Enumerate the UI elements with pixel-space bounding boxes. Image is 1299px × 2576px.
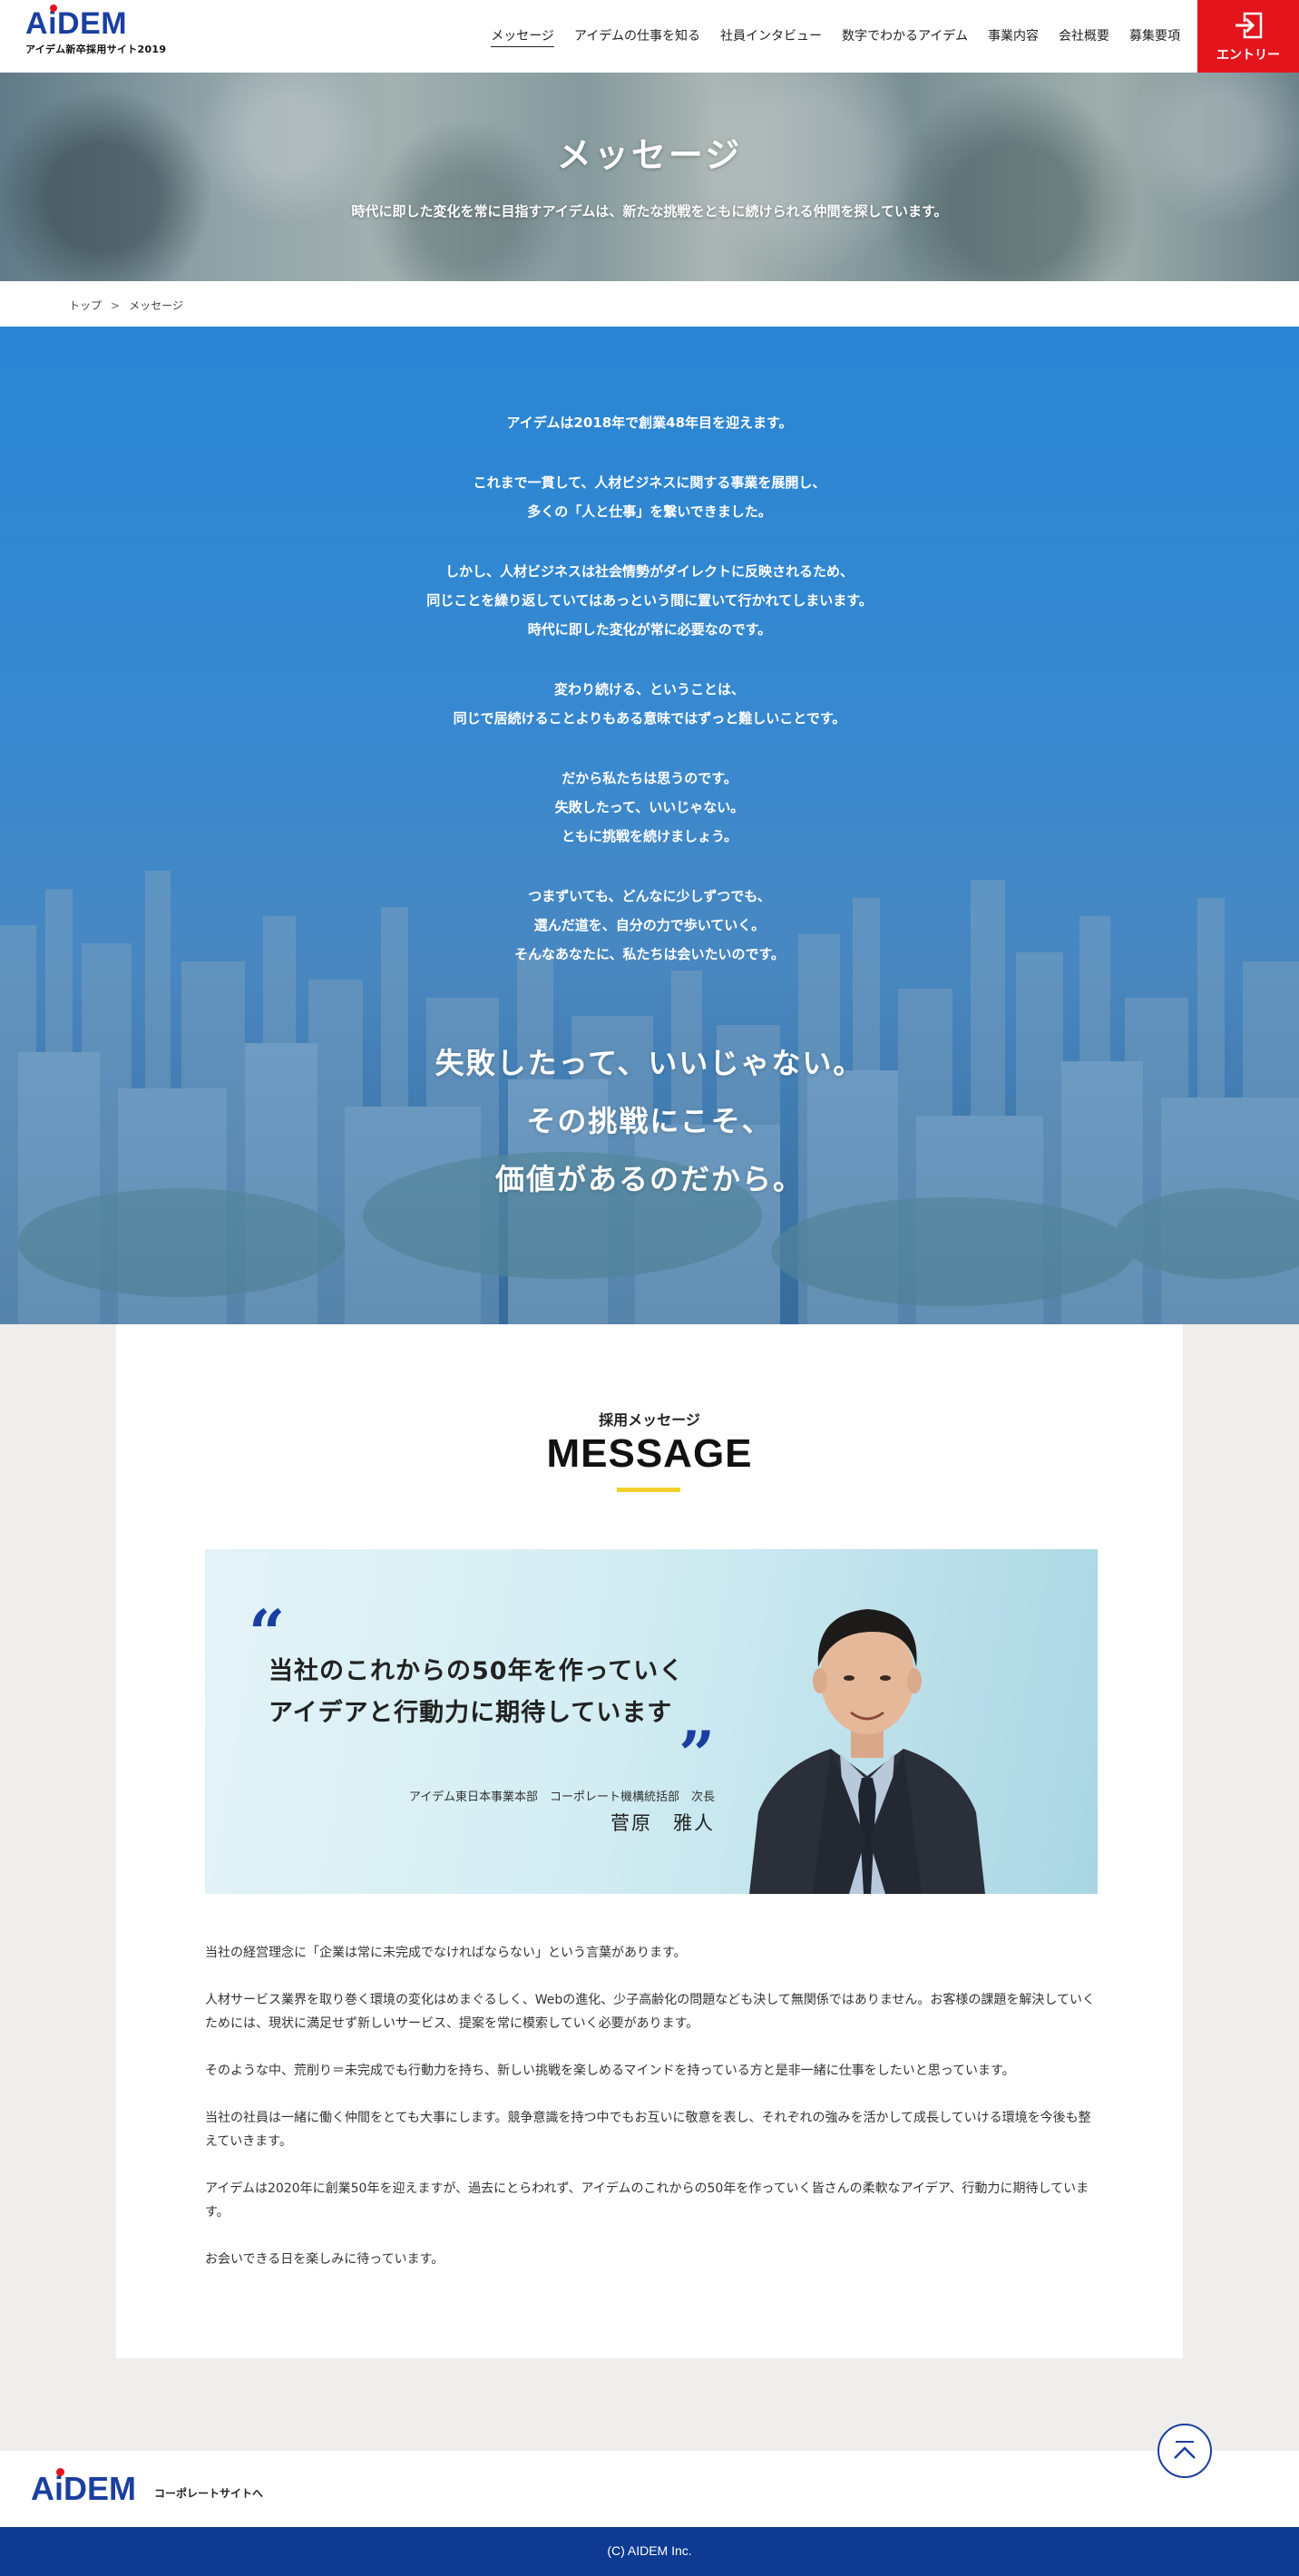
copyright: (C) AIDEM Inc.	[0, 2527, 1299, 2576]
message-paragraph: これまで一貫して、人材ビジネスに関する事業を展開し、 多くの「人と仕事」を繋いで…	[473, 474, 826, 520]
site-logo[interactable]: AiDEM アイデム新卒採用サイト2019	[25, 5, 167, 56]
chevron-up-icon	[1174, 2441, 1196, 2459]
message-feature: “ 当社のこれからの50年を作っていく アイデアと行動力に期待しています ” ア…	[205, 1549, 1098, 1894]
site-footer: AiDEM コーポレートサイトへ	[0, 2451, 1299, 2527]
breadcrumb-home[interactable]: トップ	[69, 299, 102, 312]
message-paragraph: 変わり続ける、ということは、 同じで居続けることよりもある意味ではずっと難しいこ…	[453, 681, 846, 727]
nav-item-job[interactable]: アイデムの仕事を知る	[564, 27, 710, 45]
nav-item-business[interactable]: 事業内容	[978, 27, 1049, 45]
footer-logo[interactable]: AiDEM	[31, 2468, 136, 2507]
breadcrumb-current: メッセージ	[129, 299, 183, 312]
message-copy: アイデムは2018年で創業48年目を迎えます。 これまで一貫して、人材ビジネスに…	[0, 408, 1299, 1000]
nav-item-company[interactable]: 会社概要	[1049, 27, 1119, 45]
catch-copy: 失敗したって、いいじゃない。 その挑戦にこそ、 価値があるのだから。	[435, 1046, 864, 1196]
feature-quote: 当社のこれからの50年を作っていく アイデアと行動力に期待しています	[269, 1657, 685, 1727]
message-paragraph: だから私たちは思うのです。 失敗したって、いいじゃない。 ともに挑戦を続けましょ…	[554, 770, 745, 844]
logo-subtitle: アイデム新卒採用サイト2019	[25, 44, 167, 55]
author-name: 菅原 雅人	[610, 1812, 715, 1834]
site-header: AiDEM アイデム新卒採用サイト2019 メッセージ アイデムの仕事を知る 社…	[0, 0, 1299, 73]
message-paragraph: アイデムは2018年で創業48年目を迎えます。	[506, 415, 793, 431]
entry-label: エントリー	[1216, 48, 1280, 63]
message-body: 当社の経営理念に「企業は常に未完成でなければならない」という言葉があります。 人…	[205, 1946, 1095, 2267]
page-subtitle: 時代に即した変化を常に目指すアイデムは、新たな挑戦をともに続けられる仲間を探して…	[351, 203, 948, 220]
section-heading: MESSAGE	[546, 1431, 753, 1476]
logo-wordmark: AiDEM	[25, 5, 128, 41]
nav-item-interview[interactable]: 社員インタビュー	[710, 27, 832, 45]
breadcrumb-separator: >	[111, 299, 121, 312]
corporate-site-link[interactable]: コーポレートサイトへ	[154, 2485, 263, 2501]
section-kicker: 採用メッセージ	[599, 1411, 700, 1429]
nav-item-numbers[interactable]: 数字でわかるアイデム	[832, 27, 978, 45]
breadcrumb: トップ > メッセージ	[0, 281, 1299, 327]
message-band: アイデムは2018年で創業48年目を迎えます。 これまで一貫して、人材ビジネスに…	[0, 327, 1299, 1324]
entry-button[interactable]: エントリー	[1197, 0, 1299, 73]
page-hero: メッセージ 時代に即した変化を常に目指すアイデムは、新たな挑戦をともに続けられる…	[0, 73, 1299, 281]
page-title: メッセージ	[556, 135, 743, 175]
nav-item-recruit[interactable]: 募集要項	[1119, 27, 1190, 45]
enter-arrow-icon	[1197, 11, 1299, 44]
author-title: アイデム東日本事業本部 コーポレート機構統括部 次長	[408, 1791, 715, 1804]
page-top-button[interactable]	[1157, 2424, 1212, 2478]
author-portrait	[749, 1609, 985, 1894]
message-paragraph: つまずいても、どんなに少しずつでも、 選んだ道を、自分の力で歩いていく。 そんな…	[513, 888, 786, 962]
close-quote-icon: ”	[679, 1717, 716, 1792]
heading-underline	[617, 1488, 680, 1492]
nav-item-message[interactable]: メッセージ	[481, 27, 564, 47]
global-nav: メッセージ アイデムの仕事を知る 社員インタビュー 数字でわかるアイデム 事業内…	[481, 27, 1190, 47]
message-paragraph: しかし、人材ビジネスは社会情勢がダイレクトに反映されるため、 同じことを繰り返し…	[426, 563, 873, 638]
recruit-message-card: 採用メッセージ MESSAGE “ 当社のこれからの50年を作っていく アイデア…	[116, 1324, 1183, 2358]
